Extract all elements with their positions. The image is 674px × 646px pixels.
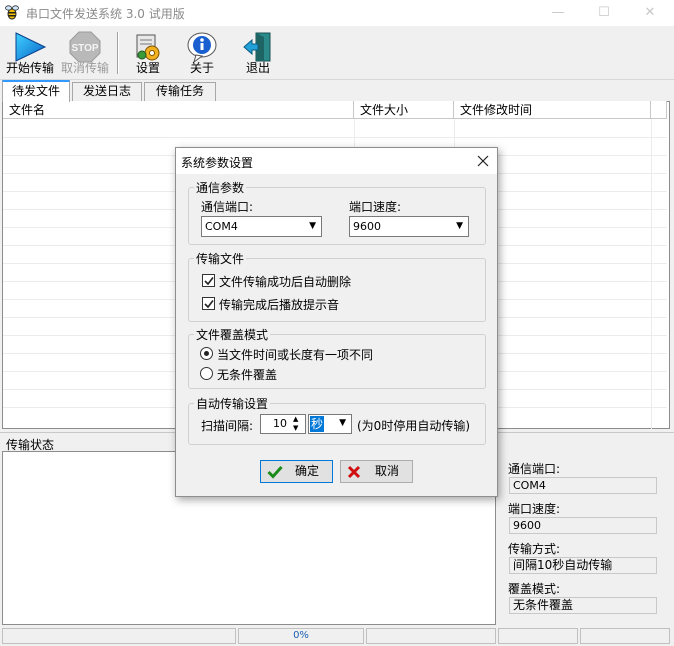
window-title: 串口文件发送系统 3.0 试用版 (26, 7, 185, 21)
chevron-down-icon: ▼ (309, 221, 316, 231)
play-sound-label[interactable]: 传输完成后播放提示音 (219, 296, 339, 313)
ok-label: 确定 (295, 464, 320, 478)
column-header-filesize[interactable]: 文件大小 (354, 101, 454, 119)
tab-transfer-tasks[interactable]: 传输任务 (144, 82, 216, 101)
spin-arrows-icon[interactable]: ▲ ▼ (293, 415, 298, 433)
exit-label: 退出 (245, 61, 270, 75)
cancel-x-icon (347, 465, 361, 479)
cancel-label: 取消 (375, 464, 400, 478)
about-label: 关于 (189, 61, 214, 75)
dialog-port-label: 通信端口: (201, 200, 254, 214)
tab-pending-files[interactable]: 待发文件 (2, 80, 70, 102)
statusbar-cell (498, 628, 578, 644)
info-speed-value: 9600 (509, 517, 657, 534)
grid-column-line (651, 119, 652, 429)
dialog-close-button[interactable] (472, 150, 494, 172)
info-port-value: COM4 (509, 477, 657, 494)
cancel-button[interactable]: 取消 (340, 460, 413, 483)
close-window-button[interactable]: ✕ (627, 0, 673, 26)
maximize-button[interactable]: ☐ (581, 0, 627, 26)
port-select[interactable]: COM4 ▼ (201, 216, 322, 237)
interval-unit-value: 秒 (310, 416, 325, 432)
transfer-file-group-title: 传输文件 (194, 250, 247, 267)
auto-transfer-group-title: 自动传输设置 (194, 395, 271, 412)
overwrite-always-radio[interactable] (200, 367, 213, 380)
port-select-value: COM4 (205, 220, 238, 233)
column-header-filename[interactable]: 文件名 (3, 101, 354, 119)
settings-label: 设置 (135, 61, 160, 75)
checkmark-icon (204, 300, 214, 309)
overwrite-diff-label[interactable]: 当文件时间或长度有一项不同 (217, 346, 373, 363)
interval-unit-select[interactable]: 秒 ▼ (308, 414, 352, 434)
auto-delete-checkbox[interactable] (202, 274, 215, 287)
close-icon (477, 155, 489, 167)
info-overwrite-label: 覆盖模式: (508, 582, 561, 596)
column-header-filler (651, 101, 667, 119)
interval-label: 扫描间隔: (201, 419, 254, 433)
statusbar-progress: 0% (238, 628, 364, 644)
minimize-button[interactable]: — (535, 0, 581, 26)
statusbar-cell (580, 628, 670, 644)
interval-spinner[interactable]: 10 ▲ ▼ (260, 414, 306, 434)
cancel-transfer-button[interactable]: STOP 取消传输 (58, 28, 112, 78)
info-mode-label: 传输方式: (508, 542, 561, 556)
info-mode-value: 间隔10秒自动传输 (509, 557, 657, 574)
toolbar-separator (117, 32, 119, 74)
play-sound-checkbox[interactable] (202, 297, 215, 310)
column-header-modified-time[interactable]: 文件修改时间 (454, 101, 651, 119)
exit-button[interactable]: 退出 (236, 28, 280, 78)
start-transfer-button[interactable]: 开始传输 (4, 28, 56, 78)
comm-params-group-title: 通信参数 (194, 179, 247, 196)
check-icon (267, 465, 283, 479)
overwrite-mode-group-title: 文件覆盖模式 (194, 326, 271, 343)
statusbar-cell (2, 628, 236, 644)
dialog-speed-label: 端口速度: (349, 200, 402, 214)
info-port-label: 通信端口: (508, 462, 561, 476)
interval-value: 10 (273, 417, 287, 430)
statusbar-cell (366, 628, 496, 644)
chevron-down-icon: ▼ (339, 418, 346, 428)
cancel-transfer-label: 取消传输 (60, 61, 109, 75)
interval-hint: (为0时停用自动传输) (357, 419, 470, 433)
overwrite-always-label[interactable]: 无条件覆盖 (217, 366, 277, 383)
speed-select-value: 9600 (353, 220, 381, 233)
info-speed-label: 端口速度: (508, 502, 561, 516)
tab-send-log[interactable]: 发送日志 (72, 82, 142, 101)
ok-button[interactable]: 确定 (260, 460, 333, 483)
chevron-down-icon: ▼ (456, 221, 463, 231)
overwrite-diff-radio[interactable] (200, 347, 213, 360)
checkmark-icon (204, 277, 214, 286)
grid-row-line (3, 137, 667, 138)
stop-sign-text: STOP (71, 43, 98, 54)
settings-button[interactable]: 设置 (126, 28, 170, 78)
about-button[interactable]: 关于 (180, 28, 224, 78)
speed-select[interactable]: 9600 ▼ (349, 216, 469, 237)
info-overwrite-value: 无条件覆盖 (509, 597, 657, 614)
auto-delete-label[interactable]: 文件传输成功后自动删除 (219, 273, 351, 290)
dialog-title: 系统参数设置 (181, 156, 254, 170)
settings-dialog: 系统参数设置 通信参数 通信端口: COM4 ▼ 端口速度: 9600 ▼ 传输… (175, 147, 498, 497)
start-transfer-label: 开始传输 (5, 61, 54, 75)
app-bee-icon (4, 4, 20, 20)
